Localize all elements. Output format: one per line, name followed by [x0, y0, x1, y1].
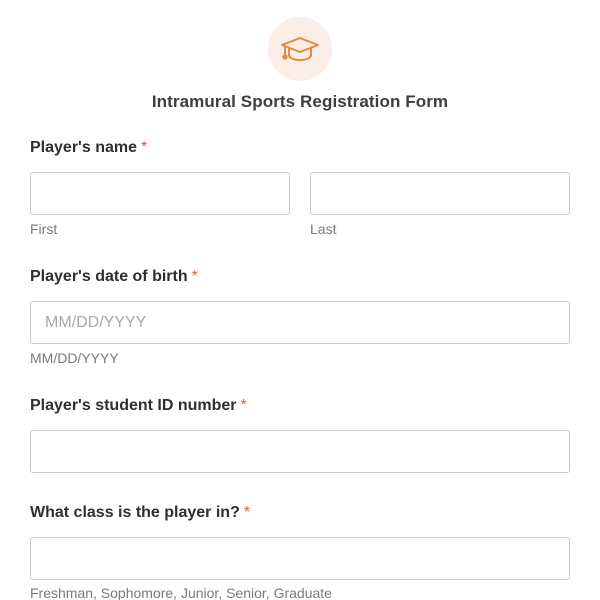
class-input[interactable]	[30, 537, 570, 580]
student-id-label: Player's student ID number *	[30, 397, 247, 415]
registration-form-page: Intramural Sports Registration Form Play…	[0, 0, 600, 600]
last-name-input[interactable]	[310, 172, 570, 215]
dob-label-text: Player's date of birth	[30, 268, 188, 285]
class-label: What class is the player in? *	[30, 504, 250, 522]
class-label-text: What class is the player in?	[30, 504, 240, 521]
student-id-label-text: Player's student ID number	[30, 397, 237, 414]
first-name-input[interactable]	[30, 172, 290, 215]
class-sublabel: Freshman, Sophomore, Junior, Senior, Gra…	[30, 585, 332, 600]
required-marker: *	[240, 397, 247, 414]
required-marker: *	[191, 268, 198, 285]
form-title: Intramural Sports Registration Form	[151, 92, 449, 111]
logo-badge	[268, 17, 332, 81]
graduation-cap-icon	[281, 37, 319, 61]
dob-label: Player's date of birth *	[30, 268, 198, 286]
required-marker: *	[243, 504, 251, 521]
dob-sublabel: MM/DD/YYYY	[30, 350, 119, 366]
required-marker: *	[140, 139, 148, 156]
dob-input[interactable]	[30, 301, 570, 344]
first-name-sublabel: First	[30, 221, 58, 237]
player-name-label: Player's name *	[30, 139, 147, 157]
last-name-sublabel: Last	[310, 221, 337, 237]
student-id-input[interactable]	[30, 430, 570, 473]
player-name-label-text: Player's name	[30, 139, 137, 156]
